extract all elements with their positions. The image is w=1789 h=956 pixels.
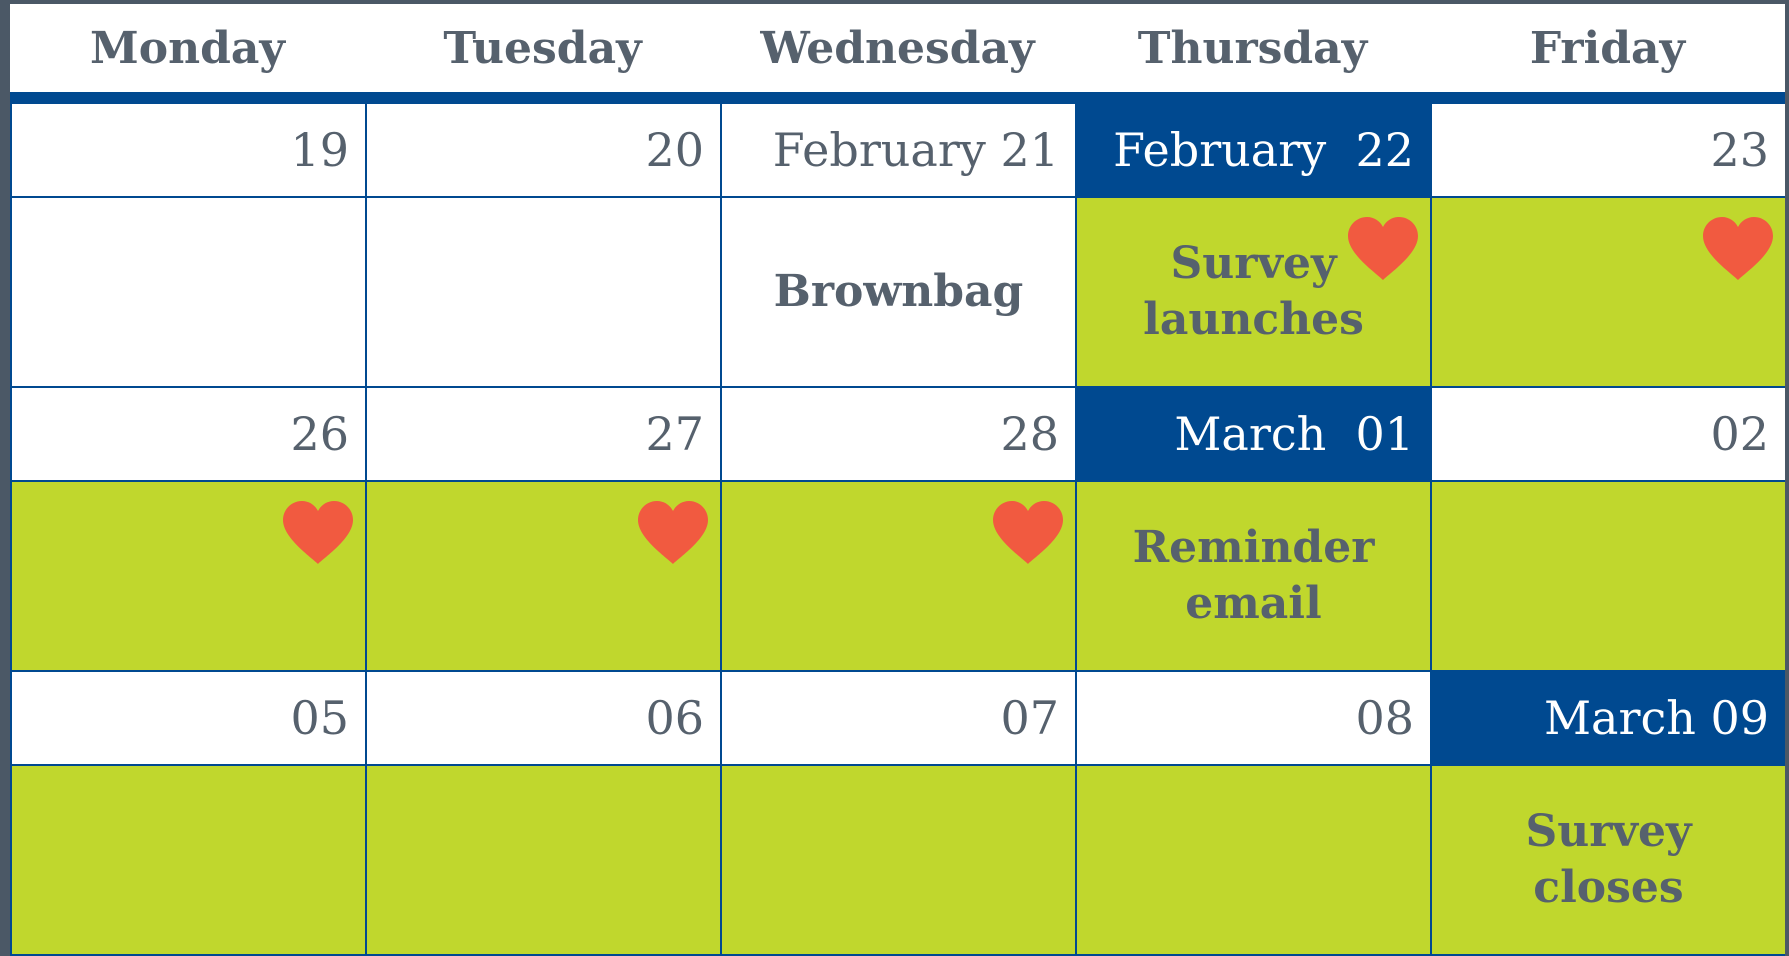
weekday-header-row: Monday Tuesday Wednesday Thursday Friday: [10, 4, 1785, 102]
date-label: 08: [1355, 691, 1414, 745]
weekday-header-wednesday: Wednesday: [760, 22, 1035, 74]
event-cell[interactable]: [720, 480, 1077, 672]
date-cell[interactable]: March 01: [1075, 386, 1432, 482]
date-cell[interactable]: February 22: [1075, 102, 1432, 198]
weekday-header-friday: Friday: [1529, 22, 1686, 74]
date-cell[interactable]: 27: [365, 386, 722, 482]
event-label: Reminder email: [1132, 522, 1375, 629]
heart-icon: [281, 500, 355, 566]
event-cell[interactable]: [720, 764, 1077, 956]
heart-icon: [1346, 216, 1420, 282]
date-label: March 09: [1543, 691, 1769, 745]
date-label: 27: [645, 407, 704, 461]
event-cell[interactable]: Brownbag: [720, 196, 1077, 388]
date-label: 23: [1710, 123, 1769, 177]
event-cell[interactable]: [365, 196, 722, 388]
date-cell[interactable]: 23: [1430, 102, 1785, 198]
event-cell[interactable]: [1075, 764, 1432, 956]
date-label: 28: [1000, 407, 1059, 461]
date-label: 20: [645, 123, 704, 177]
event-cell[interactable]: Survey launches: [1075, 196, 1432, 388]
event-cell[interactable]: [1430, 480, 1785, 672]
date-cell[interactable]: March 09: [1430, 670, 1785, 766]
event-cell[interactable]: [10, 764, 367, 956]
date-cell[interactable]: 20: [365, 102, 722, 198]
event-cell[interactable]: Survey closes: [1430, 764, 1785, 956]
date-label: February 21: [772, 123, 1059, 177]
event-label: Brownbag: [773, 266, 1024, 317]
weekday-header-thursday: Thursday: [1137, 22, 1368, 74]
date-label: March 01: [1174, 407, 1414, 461]
event-cell[interactable]: Reminder email: [1075, 480, 1432, 672]
heart-icon: [1701, 216, 1775, 282]
date-cell[interactable]: 19: [10, 102, 367, 198]
date-cell[interactable]: 02: [1430, 386, 1785, 482]
calendar: Monday Tuesday Wednesday Thursday Friday 19 2…: [10, 4, 1785, 956]
event-cell[interactable]: [365, 480, 722, 672]
date-cell[interactable]: 08: [1075, 670, 1432, 766]
date-label: 02: [1710, 407, 1769, 461]
date-label: 26: [290, 407, 349, 461]
event-label: Survey launches: [1143, 238, 1364, 345]
calendar-grid: 19 20 February 21 February 22 23 Brownbag Surv…: [10, 102, 1785, 956]
date-label: February 22: [1113, 123, 1414, 177]
calendar-frame: Monday Tuesday Wednesday Thursday Friday 19 2…: [0, 0, 1789, 956]
event-cell[interactable]: [10, 196, 367, 388]
heart-icon: [636, 500, 710, 566]
date-cell[interactable]: 06: [365, 670, 722, 766]
heart-icon: [991, 500, 1065, 566]
event-cell[interactable]: [10, 480, 367, 672]
weekday-header-tuesday: Tuesday: [443, 22, 642, 74]
date-label: 05: [290, 691, 349, 745]
event-cell[interactable]: [365, 764, 722, 956]
event-cell[interactable]: [1430, 196, 1785, 388]
weekday-header-monday: Monday: [90, 22, 285, 74]
date-label: 19: [290, 123, 349, 177]
date-cell[interactable]: 05: [10, 670, 367, 766]
date-cell[interactable]: 28: [720, 386, 1077, 482]
date-cell[interactable]: February 21: [720, 102, 1077, 198]
date-label: 07: [1000, 691, 1059, 745]
date-cell[interactable]: 26: [10, 386, 367, 482]
date-label: 06: [645, 691, 704, 745]
event-label: Survey closes: [1525, 806, 1692, 913]
date-cell[interactable]: 07: [720, 670, 1077, 766]
